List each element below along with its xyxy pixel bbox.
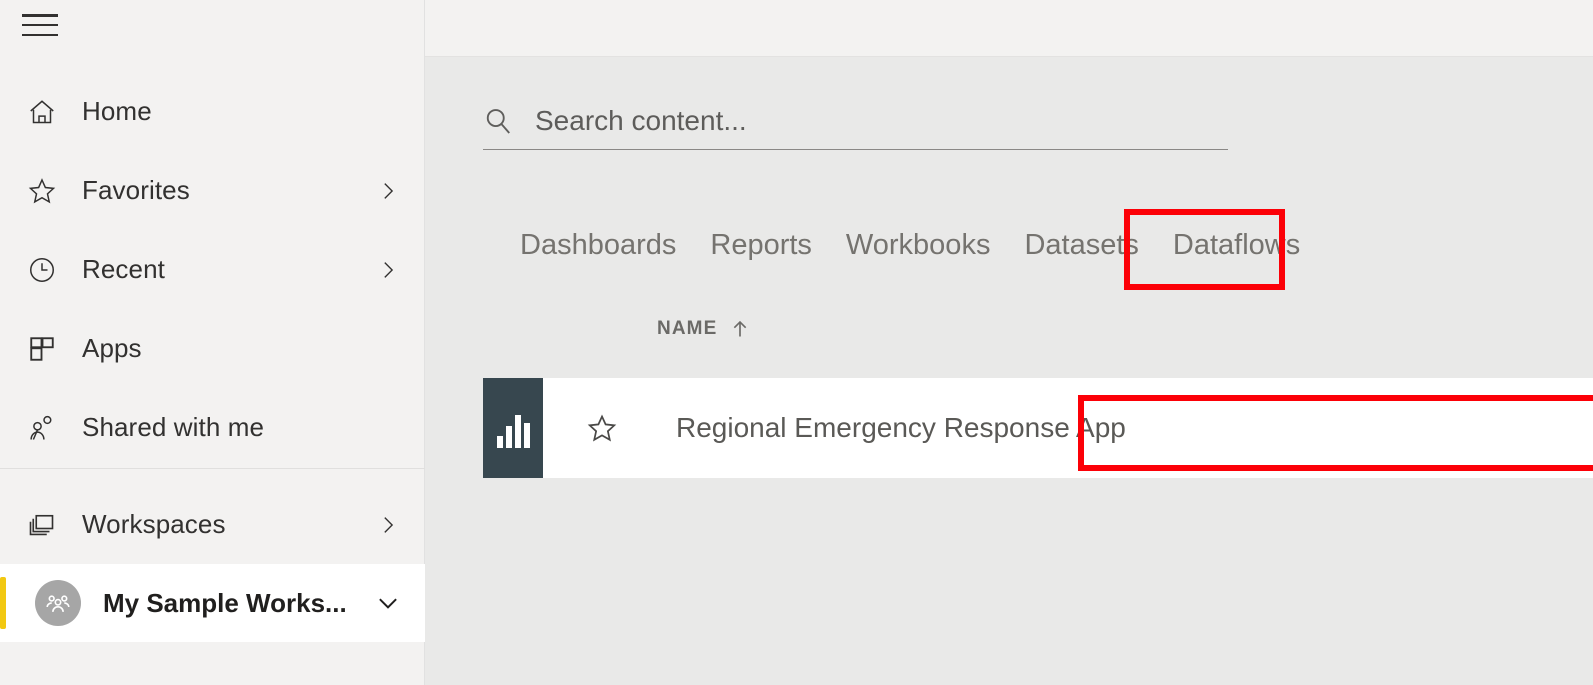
report-bar-chart-icon [483, 378, 543, 478]
active-item-accent-bar [0, 577, 6, 629]
workspace-avatar-icon [35, 580, 81, 626]
search-input[interactable] [535, 104, 1175, 137]
hamburger-line [22, 14, 58, 17]
sidebar-item-shared-with-me[interactable]: Shared with me [0, 388, 425, 467]
workspaces-nav-list: Workspaces My Sample Works... [0, 485, 425, 642]
workspace-name-label: My Sample Works... [103, 587, 347, 618]
sidebar-item-my-sample-workspace[interactable]: My Sample Works... [0, 564, 425, 642]
top-header-bar [425, 0, 1593, 57]
workspaces-stack-icon [22, 505, 62, 545]
sidebar-item-label: Workspaces [82, 509, 226, 539]
clock-icon [22, 250, 62, 290]
tab-reports[interactable]: Reports [693, 222, 829, 268]
sidebar-item-label: Home [82, 96, 152, 126]
table-row[interactable]: Regional Emergency Response App [483, 378, 1593, 478]
sidebar-item-label: Apps [82, 333, 142, 363]
hamburger-menu-icon[interactable] [22, 11, 58, 39]
bar [514, 415, 521, 448]
apps-grid-icon [22, 329, 62, 369]
left-navigation-sidebar: Home Favorites Recent Apps Shared with m… [0, 0, 425, 685]
sidebar-item-label: Favorites [82, 175, 190, 205]
hamburger-line [22, 33, 58, 36]
sidebar-item-workspaces[interactable]: Workspaces [0, 485, 425, 564]
sidebar-item-home[interactable]: Home [0, 72, 425, 151]
hamburger-line [22, 23, 58, 27]
primary-nav-list: Home Favorites Recent Apps Shared with m… [0, 72, 425, 467]
sidebar-item-favorites[interactable]: Favorites [0, 151, 425, 230]
power-bi-service-window: Home Favorites Recent Apps Shared with m… [0, 0, 1593, 685]
chevron-right-icon[interactable] [377, 180, 399, 202]
sidebar-item-apps[interactable]: Apps [0, 309, 425, 388]
tab-dataflows[interactable]: Dataflows [1156, 222, 1317, 268]
bar-chart-bars [496, 414, 530, 448]
star-outline-icon[interactable] [586, 412, 618, 444]
sidebar-item-label: Shared with me [82, 412, 265, 442]
table-column-header-name[interactable]: NAME [657, 318, 750, 340]
tab-dashboards[interactable]: Dashboards [503, 222, 693, 268]
bar [505, 426, 512, 448]
tab-datasets[interactable]: Datasets [1007, 222, 1155, 268]
chevron-right-icon[interactable] [377, 514, 399, 536]
search-box[interactable] [483, 92, 1228, 150]
star-icon [22, 171, 62, 211]
report-name-label[interactable]: Regional Emergency Response App [676, 412, 1126, 444]
home-icon [22, 92, 62, 132]
sidebar-item-recent[interactable]: Recent [0, 230, 425, 309]
tab-workbooks[interactable]: Workbooks [829, 222, 1008, 268]
sidebar-item-label: Recent [82, 254, 165, 284]
column-header-label: NAME [657, 318, 718, 339]
bar [523, 423, 530, 448]
main-content-area: Dashboards Reports Workbooks Datasets Da… [425, 0, 1593, 685]
search-icon [483, 106, 513, 136]
bar [496, 436, 503, 448]
chevron-down-icon[interactable] [375, 590, 401, 616]
content-type-tabs: Dashboards Reports Workbooks Datasets Da… [503, 222, 1317, 268]
chevron-right-icon[interactable] [377, 259, 399, 281]
people-share-icon [22, 408, 62, 448]
sidebar-divider [0, 468, 425, 469]
arrow-up-icon[interactable] [730, 318, 750, 340]
